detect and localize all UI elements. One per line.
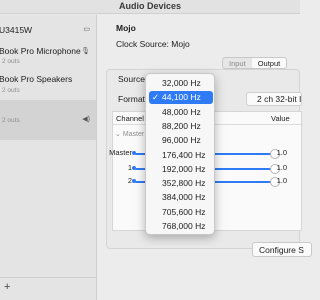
clock-source-label: Clock Source: Mojo bbox=[116, 39, 190, 49]
sample-rate-option[interactable]: ✓ 44,100 Hz bbox=[149, 91, 213, 105]
checkmark-icon: ✓ bbox=[152, 92, 160, 103]
sidebar-item-microphone[interactable]: Book Pro Microphone 2 outs 🎙 bbox=[0, 41, 96, 69]
sample-rate-option[interactable]: 384,000 Hz bbox=[149, 191, 213, 204]
sidebar-toolbar: + bbox=[0, 277, 96, 300]
format-popup-button[interactable]: 2 ch 32-bit Integer bbox=[246, 92, 302, 106]
sample-rate-option[interactable]: 96,000 Hz bbox=[149, 134, 213, 147]
sample-rate-option[interactable]: 32,000 Hz bbox=[149, 77, 213, 90]
volume-value: 1.0 bbox=[276, 176, 287, 185]
sample-rate-label: 192,000 Hz bbox=[162, 163, 206, 174]
device-name: Book Pro Speakers bbox=[0, 74, 73, 84]
format-value: 2 ch 32-bit Integer bbox=[257, 94, 302, 104]
tab-input[interactable]: Input bbox=[223, 58, 252, 68]
title-bar: Audio Devices bbox=[0, 0, 300, 14]
device-channel-count: 2 outs bbox=[2, 117, 20, 124]
channel-label: Master bbox=[109, 148, 132, 157]
sample-rate-label: 176,400 Hz bbox=[162, 149, 206, 160]
volume-value: 1.0 bbox=[276, 148, 287, 157]
speaker-icon: ◀) bbox=[82, 116, 90, 123]
device-name: U3415W bbox=[0, 25, 33, 35]
sidebar-item-mojo[interactable]: 2 outs ◀) bbox=[0, 100, 96, 140]
sidebar-item-speakers[interactable]: Book Pro Speakers 2 outs bbox=[0, 69, 96, 99]
sample-rate-label: 384,000 Hz bbox=[162, 192, 206, 203]
sample-rate-label: 44,100 Hz bbox=[162, 92, 201, 103]
sample-rate-dropdown-menu: 32,000 Hz ✓ 44,100 Hz 48,000 Hz 88,200 Hz 96,… bbox=[145, 73, 215, 235]
configure-speakers-button[interactable]: Configure S bbox=[252, 242, 312, 257]
sample-rate-option[interactable]: 352,800 Hz bbox=[149, 177, 213, 190]
volume-value: 1.0 bbox=[276, 163, 287, 172]
sample-rate-option[interactable]: 192,000 Hz bbox=[149, 163, 213, 176]
disclosure-chevron-icon[interactable]: ⌄ bbox=[115, 131, 121, 138]
sample-rate-option[interactable]: 705,600 Hz bbox=[149, 206, 213, 219]
window-title: Audio Devices bbox=[118, 1, 182, 11]
sample-rate-label: 768,000 Hz bbox=[162, 221, 206, 231]
sample-rate-option[interactable]: 48,000 Hz bbox=[149, 106, 213, 119]
microphone-icon: 🎙 bbox=[81, 48, 90, 55]
format-label: Format bbox=[118, 94, 145, 104]
sample-rate-label: 705,600 Hz bbox=[162, 206, 206, 217]
screen-icon: ▭ bbox=[83, 26, 90, 33]
sample-rate-label: 48,000 Hz bbox=[162, 106, 201, 117]
add-device-icon[interactable]: + bbox=[4, 281, 10, 293]
sample-rate-option[interactable]: 176,400 Hz bbox=[149, 149, 213, 162]
source-label: Source bbox=[118, 74, 145, 84]
device-channel-count: 2 outs bbox=[2, 87, 20, 94]
device-title: Mojo bbox=[116, 23, 136, 33]
tab-output[interactable]: Output bbox=[251, 58, 287, 68]
sample-rate-label: 32,000 Hz bbox=[162, 78, 201, 88]
device-sidebar: U3415W ▭ Book Pro Microphone 2 outs 🎙 Bo… bbox=[0, 15, 97, 300]
device-name: Book Pro Microphone bbox=[0, 46, 81, 56]
device-channel-count: 2 outs bbox=[2, 58, 20, 65]
sample-rate-label: 88,200 Hz bbox=[162, 120, 201, 131]
column-header-value: Value bbox=[271, 114, 290, 123]
sidebar-item-display[interactable]: U3415W ▭ bbox=[0, 19, 96, 41]
column-header-channel: Channel bbox=[116, 114, 144, 123]
sample-rate-option[interactable]: 88,200 Hz bbox=[149, 120, 213, 133]
input-output-tabs: Input Output bbox=[222, 57, 288, 69]
sample-rate-label: 96,000 Hz bbox=[162, 135, 201, 146]
sample-rate-label: 352,800 Hz bbox=[162, 178, 206, 189]
sample-rate-option[interactable]: 768,000 Hz bbox=[149, 220, 213, 233]
